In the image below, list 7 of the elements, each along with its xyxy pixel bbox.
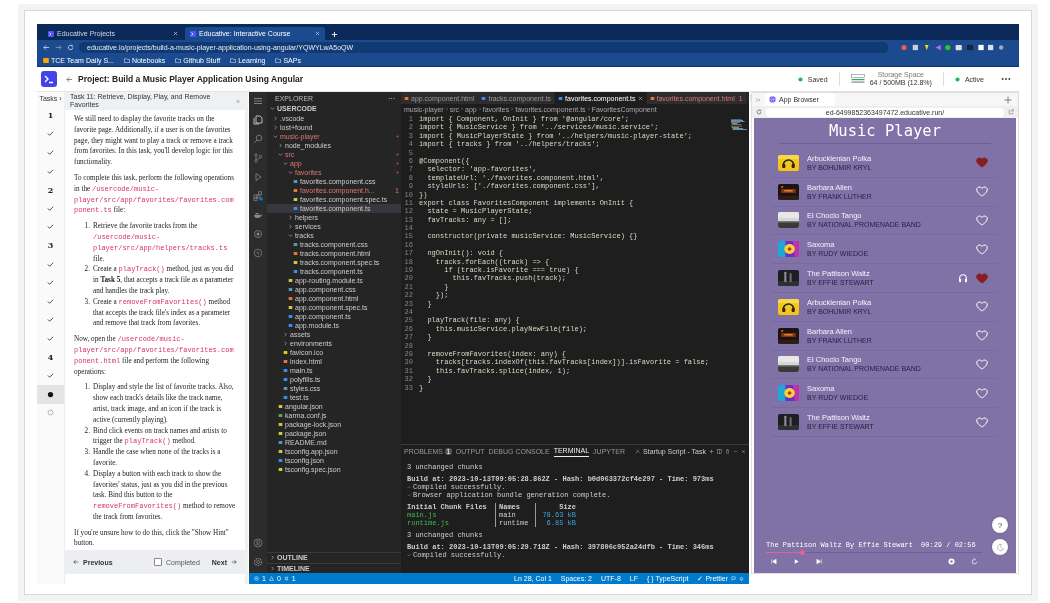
task-step[interactable]: 2	[37, 180, 64, 199]
help-button[interactable]: ?	[992, 517, 1008, 533]
app-title: Music Player	[779, 118, 991, 144]
task-step[interactable]: 1	[37, 106, 64, 125]
project-title: Project: Build a Music Player Application Using Angular	[78, 74, 304, 84]
task-step[interactable]: 4	[37, 347, 64, 367]
task-step[interactable]: 3	[37, 236, 64, 255]
